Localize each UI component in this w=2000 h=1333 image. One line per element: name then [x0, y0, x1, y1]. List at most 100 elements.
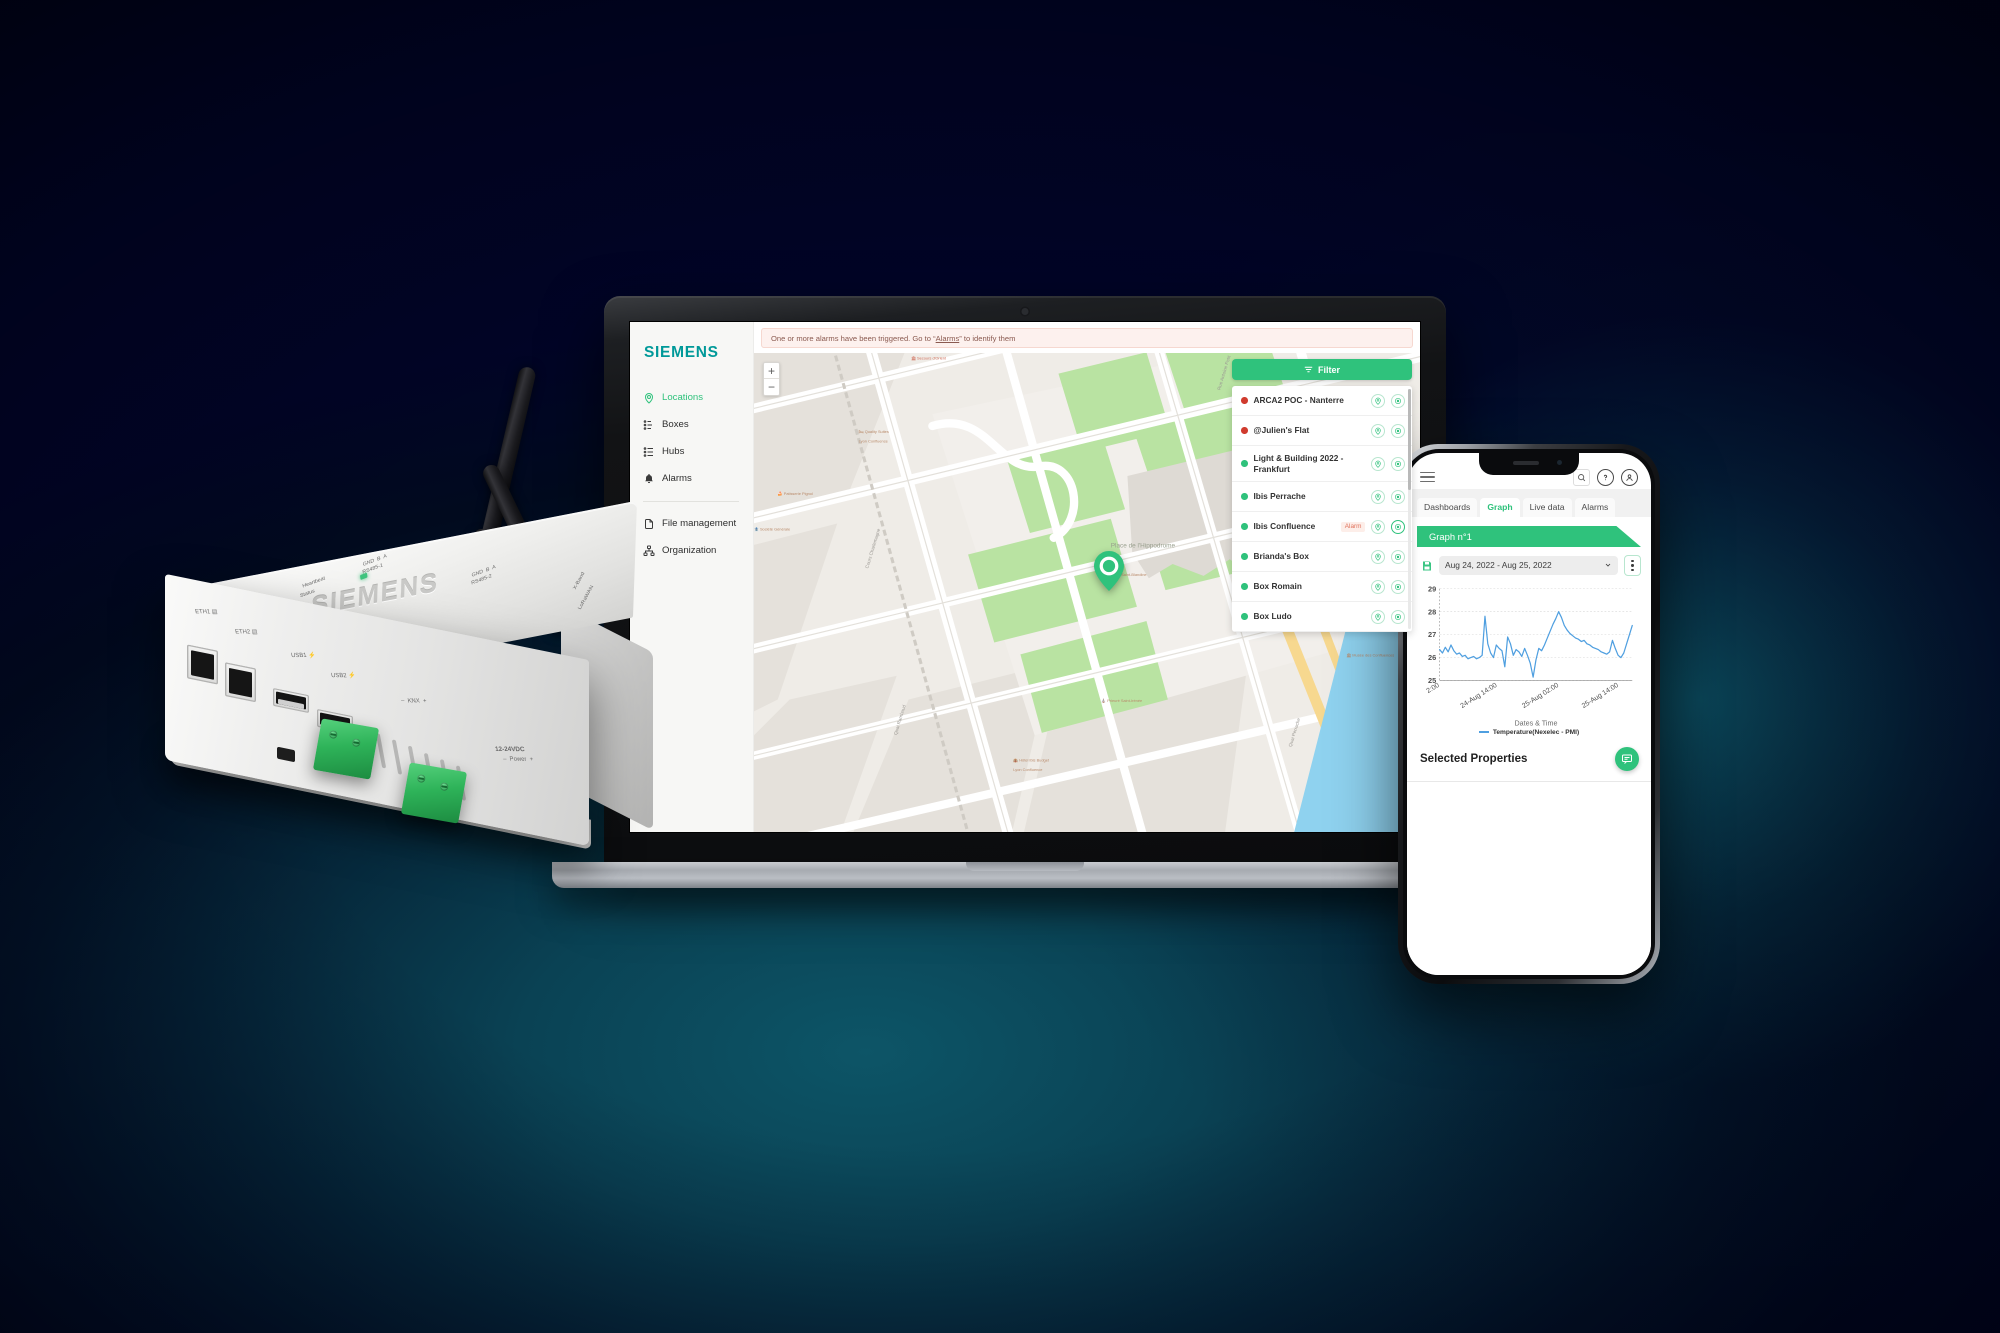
map-zoom-in-button[interactable]: +: [764, 363, 779, 379]
phone-notch: [1479, 453, 1579, 475]
alarm-banner: One or more alarms have been triggered. …: [761, 328, 1413, 348]
phone-inner-bezel: Dashboards Graph Live data Alarms Graph n°1…: [1403, 449, 1655, 979]
pin-shield-icon[interactable]: [1371, 549, 1385, 564]
user-account-icon[interactable]: [1621, 468, 1638, 486]
status-dot-red: [1241, 427, 1248, 434]
power-terminal-block: [400, 762, 468, 824]
tab-alarms[interactable]: Alarms: [1574, 498, 1616, 517]
tab-dashboards[interactable]: Dashboards: [1417, 498, 1478, 517]
pin-shield-icon[interactable]: [1371, 456, 1385, 471]
location-row[interactable]: @Julien's Flat: [1232, 416, 1412, 446]
terminal-screw: [416, 773, 426, 784]
location-name: Brianda's Box: [1253, 551, 1309, 562]
target-crosshair-icon[interactable]: [1391, 549, 1405, 564]
comment-bubble-icon[interactable]: [1615, 746, 1639, 771]
tab-graph[interactable]: Graph: [1480, 498, 1520, 517]
status-dot-red: [1241, 397, 1248, 404]
locations-list-scrollbar[interactable]: [1407, 389, 1411, 630]
vent-slot: [391, 739, 403, 775]
pin-shield-icon[interactable]: [1371, 519, 1385, 534]
location-row[interactable]: Ibis Perrache: [1232, 482, 1412, 513]
device-label-eth2: ETH2 ▤: [234, 629, 259, 636]
phone-speaker-icon: [1513, 461, 1539, 465]
device-label-lorawan: LoRaWAN: [577, 584, 596, 611]
map-zoom-controls[interactable]: + −: [763, 362, 780, 396]
svg-text:25-Aug 02:00: 25-Aug 02:00: [1521, 682, 1560, 710]
chevron-down-icon: [1605, 564, 1611, 568]
terminal-screw: [351, 738, 361, 748]
target-crosshair-icon[interactable]: [1391, 393, 1405, 408]
locations-list[interactable]: ARCA2 POC - Nanterre @Julien's Flat Light …: [1232, 386, 1412, 633]
graph-date-row: Aug 24, 2022 - Aug 25, 2022: [1407, 547, 1651, 576]
svg-text:28: 28: [1428, 607, 1436, 616]
phone-device: Dashboards Graph Live data Alarms Graph n°1…: [1398, 444, 1660, 984]
device-label-power: 12-24VDC: [494, 745, 526, 754]
svg-text:29: 29: [1428, 584, 1436, 593]
target-crosshair-icon[interactable]: [1391, 579, 1405, 594]
ethernet-port-1: [187, 644, 218, 685]
temperature-chart[interactable]: 25 26 27 28 29 2:00 24-Aug 14:00 25-Aug 02:00 25…: [1407, 576, 1651, 728]
date-range-select[interactable]: Aug 24, 2022 - Aug 25, 2022: [1439, 556, 1618, 575]
location-row[interactable]: Brianda's Box: [1232, 542, 1412, 573]
location-name: Ibis Perrache: [1253, 491, 1306, 502]
target-crosshair-icon[interactable]: [1391, 489, 1405, 504]
laptop-base-notch: [966, 862, 1084, 871]
device-label-xband: X-Band: [572, 571, 587, 591]
help-question-icon[interactable]: [1597, 468, 1614, 486]
pin-shield-icon[interactable]: [1371, 489, 1385, 504]
device-label-knx: – KNX +: [400, 698, 428, 705]
location-row[interactable]: Box Romain: [1232, 572, 1412, 603]
hamburger-menu-icon[interactable]: [1420, 471, 1435, 483]
map-zoom-out-button[interactable]: −: [764, 379, 779, 395]
pin-shield-icon[interactable]: [1371, 609, 1385, 624]
section-divider: [1407, 780, 1651, 782]
tab-live-data[interactable]: Live data: [1522, 498, 1572, 517]
status-dot-green: [1241, 493, 1248, 500]
target-crosshair-icon[interactable]: [1391, 519, 1405, 534]
alarm-banner-link[interactable]: Alarms: [936, 334, 960, 343]
pin-shield-icon[interactable]: [1371, 393, 1385, 408]
location-name: Box Ludo: [1253, 611, 1292, 622]
target-crosshair-icon[interactable]: [1391, 423, 1405, 438]
knx-terminal-block: [312, 718, 380, 780]
target-crosshair-icon[interactable]: [1391, 456, 1405, 471]
app-main: One or more alarms have been triggered. …: [754, 322, 1420, 832]
laptop-webcam-icon: [1021, 308, 1029, 315]
location-row[interactable]: Light & Building 2022 - Frankfurt: [1232, 446, 1412, 483]
svg-text:25-Aug 14:00: 25-Aug 14:00: [1581, 682, 1620, 710]
map-container[interactable]: Place de l'Hippodrome ⛪ Église Saint-Bla…: [754, 353, 1420, 832]
location-row[interactable]: Ibis Confluence Alarm: [1232, 512, 1412, 543]
phone-camera-icon: [1557, 460, 1562, 465]
terminal-screw: [328, 729, 338, 740]
kebab-menu-icon[interactable]: [1624, 555, 1641, 576]
siemens-logo: SIEMENS: [644, 344, 719, 361]
gateway-body: Heartbeat Status GND B A RS485-1 GND B A…: [165, 500, 653, 850]
phone-screen: Dashboards Graph Live data Alarms Graph n°1…: [1407, 453, 1651, 975]
target-crosshair-icon[interactable]: [1391, 609, 1405, 624]
legend-label: Temperature(Nexelec - PMI): [1492, 728, 1580, 736]
status-dot-green: [1241, 583, 1248, 590]
phone-header-actions: [1573, 468, 1638, 486]
location-name: Ibis Confluence: [1253, 521, 1316, 532]
reset-button[interactable]: [277, 746, 295, 763]
filter-button[interactable]: Filter: [1232, 359, 1412, 380]
status-dot-green: [1241, 523, 1248, 530]
phone-tab-bar[interactable]: Dashboards Graph Live data Alarms: [1407, 489, 1651, 517]
locations-panel: Filter ARCA2 POC - Nanterre @Julien's Fla…: [1232, 359, 1412, 633]
location-name: ARCA2 POC - Nanterre: [1253, 395, 1344, 406]
status-dot-green: [1241, 553, 1248, 560]
location-name: Box Romain: [1253, 581, 1302, 592]
ethernet-port-2: [225, 662, 256, 703]
device-label-power-sub: – Power +: [502, 756, 534, 763]
search-icon[interactable]: [1573, 468, 1590, 486]
pin-shield-icon[interactable]: [1371, 423, 1385, 438]
usb-port-1: [273, 687, 309, 714]
location-name: Light & Building 2022 - Frankfurt: [1253, 453, 1344, 474]
status-dot-green: [1241, 613, 1248, 620]
graph-card-title: Graph n°1: [1429, 531, 1472, 542]
location-row[interactable]: Box Ludo: [1232, 602, 1412, 633]
alarm-banner-text-before: One or more alarms have been triggered. …: [771, 333, 936, 343]
pin-shield-icon[interactable]: [1371, 579, 1385, 594]
location-row[interactable]: ARCA2 POC - Nanterre: [1232, 386, 1412, 416]
save-disk-icon[interactable]: [1421, 560, 1433, 572]
